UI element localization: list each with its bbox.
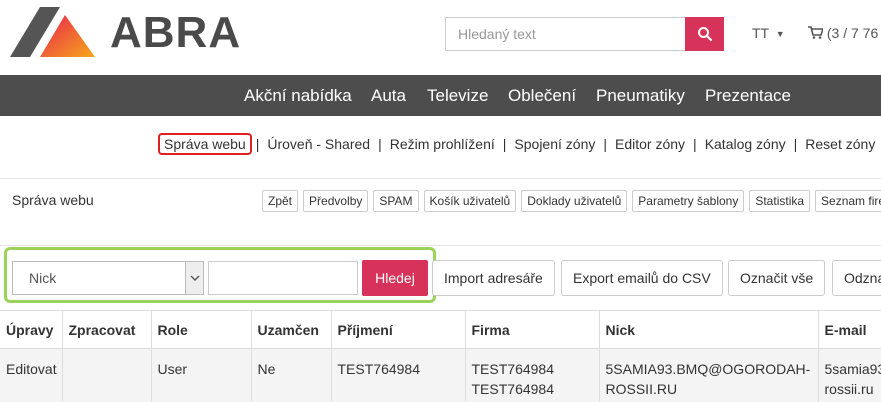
cell-email-line: 5samia93 [824, 361, 881, 377]
col-header-prijmeni[interactable]: Příjmení [330, 310, 465, 349]
cart-link[interactable]: (3 / 7 76 [808, 25, 878, 41]
col-header-uzamcen[interactable]: Uzamčen [250, 310, 331, 349]
toolbar-spam-button[interactable]: SPAM [373, 190, 419, 212]
toolbar-predvolby-button[interactable]: Předvolby [303, 190, 369, 212]
section-title: Správa webu [12, 192, 94, 208]
separator: | [603, 136, 607, 152]
nav-item-televize[interactable]: Televize [427, 86, 488, 106]
admin-link-sprava-webu[interactable]: Správa webu [158, 133, 252, 155]
nav-item-prezentace[interactable]: Prezentace [705, 86, 791, 106]
filter-field-select[interactable]: Nick [12, 261, 204, 295]
admin-link-reset-zony[interactable]: Reset zóny [805, 136, 875, 152]
nav-item-auta[interactable]: Auta [371, 86, 406, 106]
cell-zpracovat [61, 348, 151, 402]
separator: | [693, 136, 697, 152]
import-address-book-button[interactable]: Import adresáře [432, 260, 555, 296]
cell-role: User [150, 348, 251, 402]
admin-link-spojeni-zony[interactable]: Spojení zóny [514, 136, 595, 152]
admin-link-rezim-prohlizeni[interactable]: Režim prohlížení [390, 136, 495, 152]
col-header-role[interactable]: Role [150, 310, 251, 349]
search-submit-button[interactable]: Hledej [362, 260, 428, 296]
logo-text: ABRA [110, 8, 242, 57]
cell-firma: TEST764984 TEST764984 [464, 348, 599, 402]
cell-nick: 5SAMIA93.BMQ@OGORODAH- ROSSII.RU [598, 348, 818, 402]
cell-uzamcen: Ne [250, 348, 331, 402]
cell-email-line: rossii.ru [824, 381, 874, 397]
abra-logo[interactable]: ABRA [10, 7, 240, 57]
cart-summary: (3 / 7 76 [826, 25, 879, 41]
abra-logo-mark-icon [10, 7, 95, 57]
table-row: Editovat User Ne TEST764984 TEST764984 T… [0, 348, 881, 402]
cell-nick-line: ROSSII.RU [605, 381, 678, 397]
cell-firma-line: TEST764984 [471, 361, 555, 377]
admin-links: Správa webu | Úroveň - Shared | Režim pr… [158, 132, 875, 156]
select-all-button[interactable]: Označit vše [728, 260, 826, 296]
filter-field-value: Nick [29, 270, 57, 286]
user-menu-dropdown[interactable]: TT ▼ [752, 25, 785, 41]
edit-link[interactable]: Editovat [0, 348, 62, 402]
admin-toolbar: Zpět Předvolby SPAM Košík uživatelů Dokl… [262, 190, 881, 212]
cell-firma-line: TEST764984 [471, 381, 555, 397]
toolbar-zpet-button[interactable]: Zpět [262, 190, 299, 212]
toolbar-kosik-uzivatelu-button[interactable]: Košík uživatelů [423, 190, 517, 212]
toolbar-seznam-firem-button[interactable]: Seznam fire [815, 190, 881, 212]
shopping-cart-icon [808, 26, 825, 39]
users-table: Úpravy Zpracovat Role Uzamčen Příjmení F… [0, 310, 881, 402]
table-header-row: Úpravy Zpracovat Role Uzamčen Příjmení F… [0, 310, 881, 349]
col-header-email[interactable]: E-mail [817, 310, 881, 349]
toolbar-parametry-sablony-button[interactable]: Parametry šablony [632, 190, 745, 212]
toolbar-doklady-uzivatelu-button[interactable]: Doklady uživatelů [521, 190, 628, 212]
header: ABRA TT ▼ (3 / 7 76 [0, 0, 881, 75]
admin-link-editor-zony[interactable]: Editor zóny [615, 136, 685, 152]
user-menu-label: TT [752, 25, 769, 41]
nav-item-akcni-nabidka[interactable]: Akční nabídka [244, 86, 352, 106]
toolbar-statistika-button[interactable]: Statistika [749, 190, 811, 212]
cell-email: 5samia93 rossii.ru [817, 348, 881, 402]
col-header-firma[interactable]: Firma [464, 310, 599, 349]
col-header-zpracovat[interactable]: Zpracovat [61, 310, 151, 349]
separator: | [793, 136, 798, 152]
separator: | [255, 136, 260, 152]
divider [0, 245, 881, 246]
col-header-upravy[interactable]: Úpravy [0, 310, 62, 349]
deselect-all-button[interactable]: Odzna [832, 260, 881, 296]
cell-prijmeni: TEST764984 [330, 348, 465, 402]
admin-link-uroven-shared[interactable]: Úroveň - Shared [267, 136, 370, 152]
col-header-nick[interactable]: Nick [598, 310, 818, 349]
nav-item-obleceni[interactable]: Oblečení [508, 86, 576, 106]
export-emails-csv-button[interactable]: Export emailů do CSV [561, 260, 723, 296]
admin-link-katalog-zony[interactable]: Katalog zóny [705, 136, 786, 152]
site-search-input[interactable] [445, 17, 686, 51]
divider [0, 178, 881, 179]
site-search-button[interactable] [685, 17, 724, 51]
filter-value-input[interactable] [208, 261, 358, 295]
cell-nick-line: 5SAMIA93.BMQ@OGORODAH- [605, 361, 811, 377]
caret-down-icon: ▼ [775, 29, 785, 40]
chevron-down-icon [185, 262, 203, 294]
search-icon [697, 27, 712, 42]
main-nav: Akční nabídka Auta Televize Oblečení Pne… [0, 75, 881, 116]
separator: | [502, 136, 507, 152]
site-search [445, 17, 724, 51]
separator: | [378, 136, 382, 152]
nav-item-pneumatiky[interactable]: Pneumatiky [596, 86, 685, 106]
